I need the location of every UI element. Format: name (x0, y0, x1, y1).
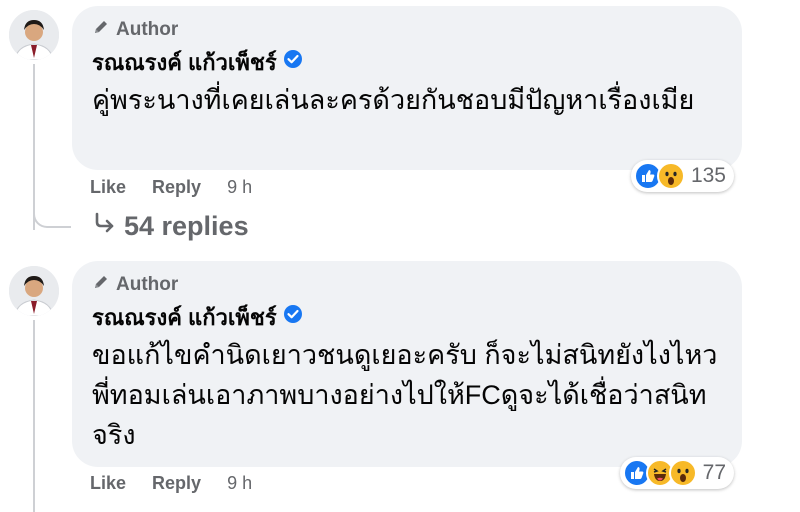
replies-count-label[interactable]: 54 replies (124, 211, 249, 242)
wow-reaction-icon (668, 459, 697, 487)
wow-reaction-icon (656, 162, 685, 190)
commenter-name[interactable]: รณณรงค์ แก้วเพ็ชร์ (92, 300, 277, 335)
thread-line (33, 320, 35, 512)
verified-badge-icon (283, 49, 303, 75)
reply-button[interactable]: Reply (152, 473, 201, 494)
reply-button[interactable]: Reply (152, 177, 201, 198)
view-replies-link[interactable]: 54 replies (92, 211, 249, 242)
like-button[interactable]: Like (90, 177, 126, 198)
avatar[interactable] (9, 10, 59, 60)
reply-arrow-icon (92, 211, 116, 242)
author-badge-label: Author (116, 274, 179, 295)
reaction-summary[interactable]: 135 (630, 160, 734, 192)
author-badge-label: Author (116, 19, 179, 40)
comment-text: คู่พระนางที่เคยเล่นละครด้วยกันชอบมีปัญหา… (92, 85, 695, 115)
commenter-name[interactable]: รณณรงค์ แก้วเพ็ชร์ (92, 45, 277, 80)
comment-bubble: Author รณณรงค์ แก้วเพ็ชร์ คู่พระนางที่เค… (72, 6, 742, 192)
pencil-icon (92, 273, 110, 297)
author-badge: Author (92, 273, 722, 297)
comment-bubble: Author รณณรงค์ แก้วเพ็ชร์ ขอแก้ไขคำนิดเย… (72, 261, 742, 489)
author-badge: Author (92, 18, 722, 42)
timestamp[interactable]: 9 h (227, 177, 252, 198)
avatar[interactable] (9, 266, 59, 316)
like-button[interactable]: Like (90, 473, 126, 494)
pencil-icon (92, 18, 110, 42)
comment-actions: Like Reply 9 h (90, 177, 252, 198)
comment-text: ขอแก้ไขคำนิดเยาวชนดูเยอะครับ ก็จะไม่สนิท… (92, 340, 718, 450)
reaction-summary[interactable]: 77 (619, 457, 734, 489)
reaction-count: 77 (702, 461, 726, 484)
reaction-count: 135 (690, 164, 726, 187)
verified-badge-icon (283, 304, 303, 330)
comment-actions: Like Reply 9 h (90, 473, 252, 494)
timestamp[interactable]: 9 h (227, 473, 252, 494)
thread-connector (33, 196, 71, 228)
